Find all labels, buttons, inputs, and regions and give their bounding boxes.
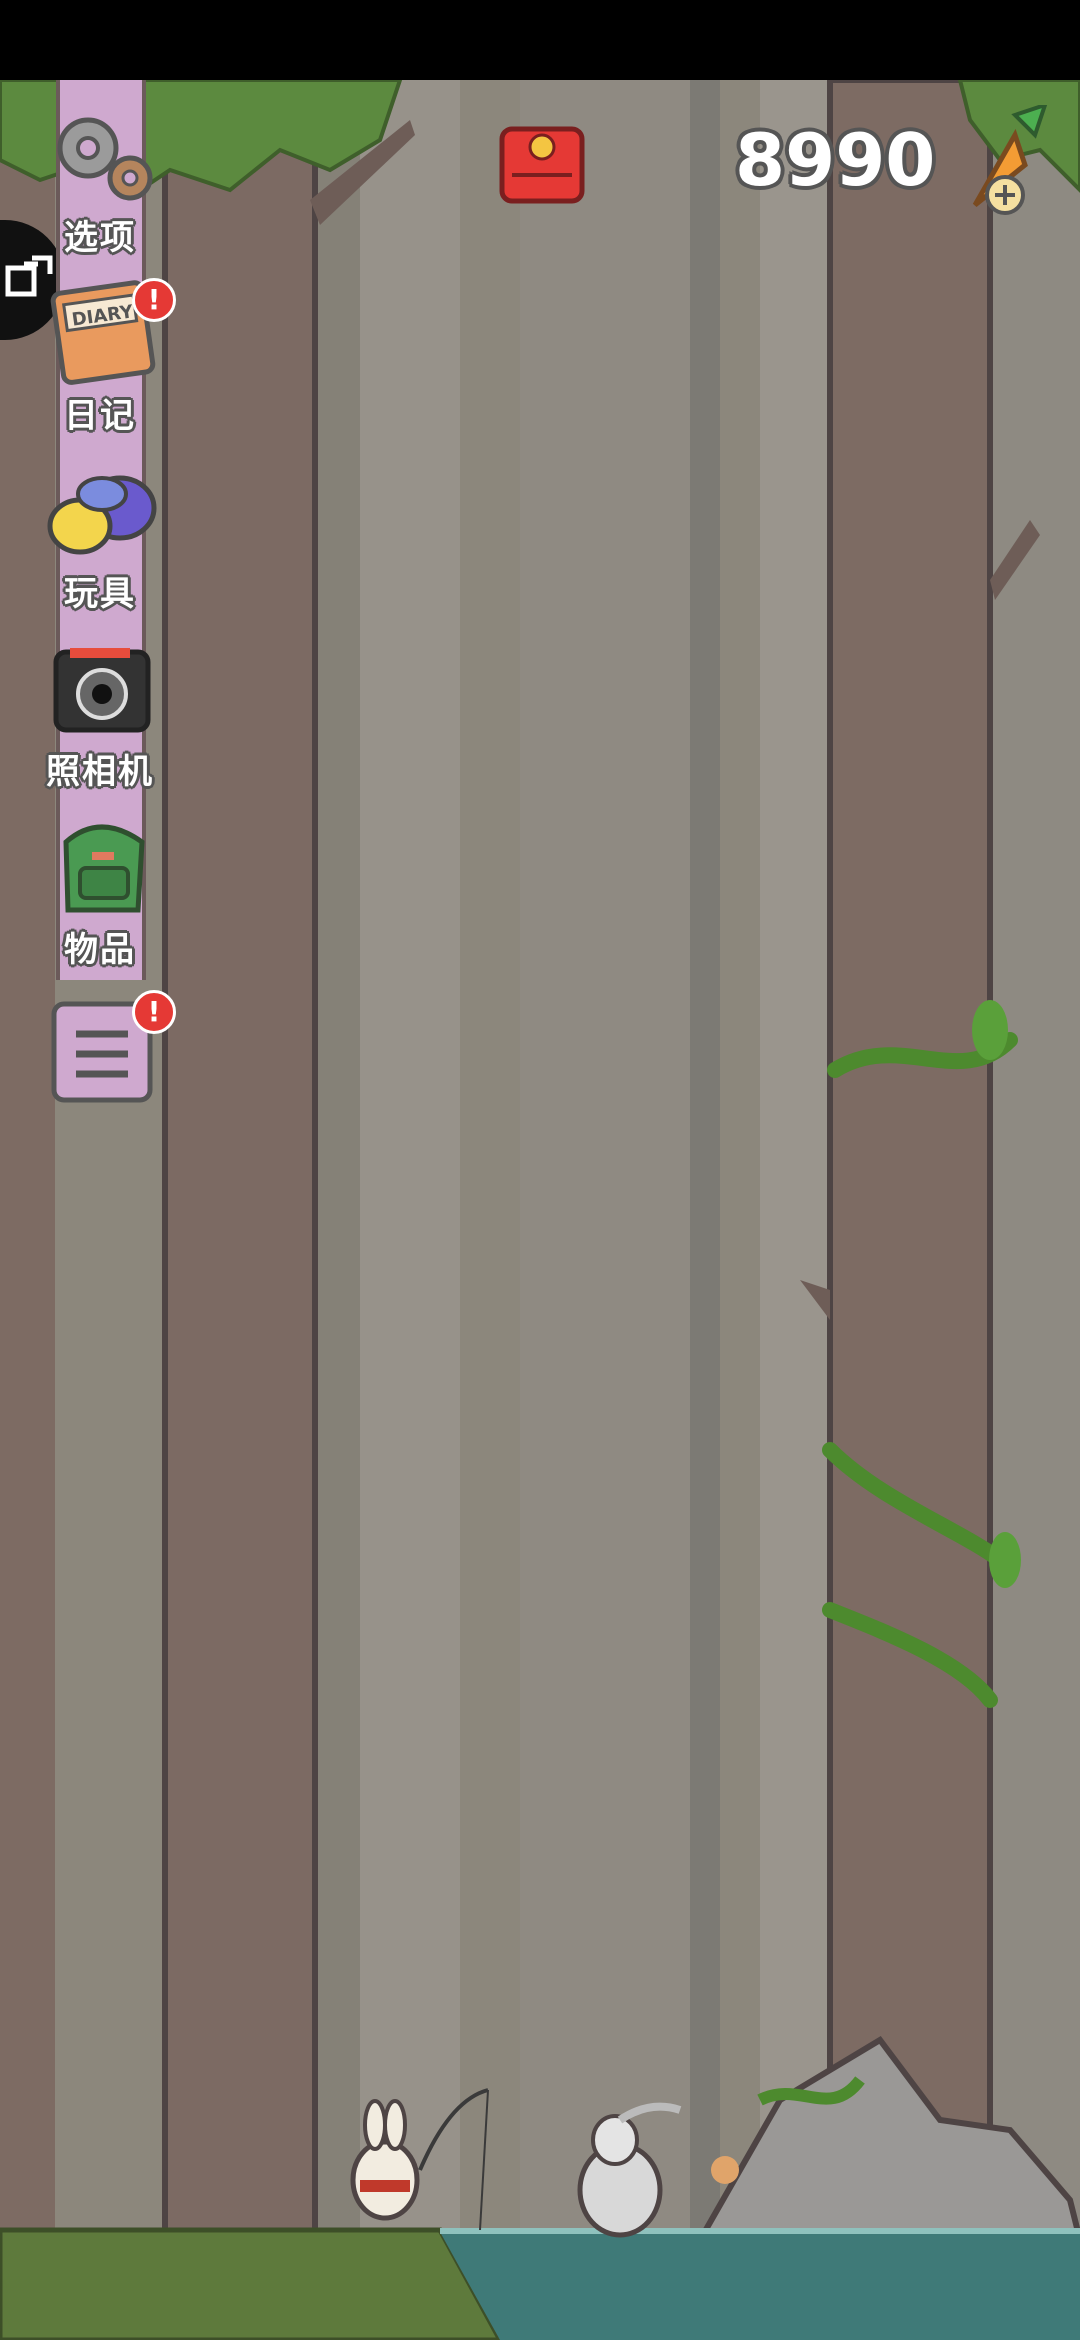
diary-label: 日记 xyxy=(64,396,136,436)
menu-item-camera[interactable]: 照相机 xyxy=(30,634,170,793)
menu-item-options[interactable]: 选项 xyxy=(30,100,170,259)
add-carrot-button[interactable] xyxy=(955,101,1055,225)
carrot-counter: 8990 xyxy=(735,118,936,202)
red-envelope-button[interactable] xyxy=(492,125,592,205)
camera-label: 照相机 xyxy=(46,752,154,792)
toys-icon xyxy=(40,456,160,566)
toys-label: 玩具 xyxy=(64,574,136,614)
options-label: 选项 xyxy=(64,218,136,258)
menu-item-toys[interactable]: 玩具 xyxy=(30,456,170,615)
gear-icon xyxy=(40,100,160,210)
diary-badge: ! xyxy=(132,278,176,322)
list-icon: ! xyxy=(40,990,176,1110)
menu-item-diary[interactable]: DIARY ! 日记 xyxy=(30,278,176,437)
carrot-icon xyxy=(972,101,1049,215)
diary-icon: DIARY ! xyxy=(40,278,176,388)
menu-item-list[interactable]: ! xyxy=(30,990,176,1110)
red-envelope-icon xyxy=(499,126,585,204)
menu-item-items[interactable]: 物品 xyxy=(30,812,170,971)
camera-icon xyxy=(40,634,160,744)
status-bar xyxy=(0,0,1080,80)
list-badge: ! xyxy=(132,990,176,1034)
backpack-icon xyxy=(40,812,160,922)
items-label: 物品 xyxy=(64,930,136,970)
